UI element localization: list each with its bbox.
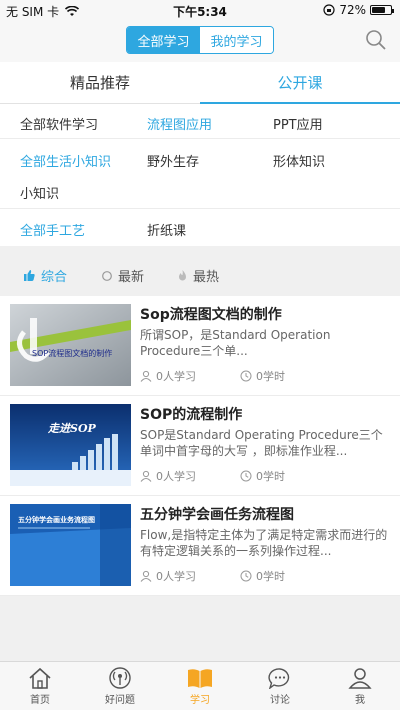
user-icon <box>348 667 372 689</box>
course-description: SOP是Standard Operating Procedure三个单词中首字母… <box>140 428 383 458</box>
sort-newest[interactable]: 最新 <box>102 266 144 285</box>
category-row: 全部生活小知识 野外生存 形体知识 小知识 <box>0 139 400 209</box>
category-body[interactable]: 形体知识 <box>273 151 325 170</box>
header: 全部学习 我的学习 <box>0 22 400 62</box>
course-hours-label: 0学时 <box>256 370 285 383</box>
tab-me[interactable]: 我 <box>320 662 400 710</box>
sort-comprehensive-label: 综合 <box>41 270 68 285</box>
sort-hottest-label: 最热 <box>193 270 220 285</box>
category-tips[interactable]: 小知识 <box>20 183 59 202</box>
tab-featured[interactable]: 精品推荐 <box>0 62 200 103</box>
search-icon[interactable] <box>364 28 388 52</box>
course-item[interactable]: SOP流程图文档的制作 Sop流程图文档的制作 所谓SOP，是Standard … <box>0 296 400 396</box>
tab-me-label: 我 <box>355 694 365 706</box>
course-item[interactable]: 走进SOP SOP的流程制作 SOP是Standard Operating Pr… <box>0 396 400 496</box>
course-thumbnail: SOP流程图文档的制作 <box>10 304 131 386</box>
tab-home-label: 首页 <box>30 694 50 706</box>
learner-count: 0人学习 <box>140 368 196 384</box>
course-hours-label: 0学时 <box>256 470 285 483</box>
course-title: SOP的流程制作 <box>140 407 243 423</box>
tab-good-questions-label: 好问题 <box>105 694 135 706</box>
clock-icon <box>240 370 252 382</box>
orientation-lock-icon <box>323 4 335 16</box>
sort-newest-label: 最新 <box>118 270 145 285</box>
category-row: 全部软件学习 流程图应用 PPT应用 <box>0 104 400 139</box>
category-all-software[interactable]: 全部软件学习 <box>20 114 98 133</box>
course-thumbnail: 五分钟学会画业务流程图 <box>10 504 131 586</box>
sort-hottest[interactable]: 最热 <box>178 266 219 285</box>
sort-comprehensive[interactable]: 综合 <box>24 266 67 285</box>
clock-icon <box>240 570 252 582</box>
bottom-tab-bar: 首页 好问题 学习 讨论 我 <box>0 661 400 710</box>
tab-learning-label: 学习 <box>190 694 210 706</box>
tab-learning[interactable]: 学习 <box>160 662 240 710</box>
battery-icon <box>370 5 394 15</box>
category-wilderness[interactable]: 野外生存 <box>147 151 199 170</box>
battery-percent: 72% <box>339 3 366 17</box>
person-icon <box>140 570 152 582</box>
course-thumbnail: 走进SOP <box>10 404 131 486</box>
segment-my-learning[interactable]: 我的学习 <box>200 27 273 53</box>
segment-all-learning[interactable]: 全部学习 <box>127 27 200 53</box>
course-item[interactable]: 五分钟学会画业务流程图 五分钟学会画任务流程图 Flow,是指特定主体为了满足特… <box>0 496 400 596</box>
person-icon <box>140 370 152 382</box>
course-hours: 0学时 <box>240 568 285 584</box>
clock-icon <box>240 470 252 482</box>
thumb-caption: 走进SOP <box>47 422 97 435</box>
course-list: SOP流程图文档的制作 Sop流程图文档的制作 所谓SOP，是Standard … <box>0 296 400 596</box>
thumb-caption: 五分钟学会画业务流程图 <box>18 515 95 524</box>
course-hours-label: 0学时 <box>256 570 285 583</box>
category-row: 全部手工艺 折纸课 <box>0 209 400 246</box>
clock-icon <box>102 270 112 281</box>
category-origami[interactable]: 折纸课 <box>147 220 186 239</box>
content-tabs: 精品推荐 公开课 <box>0 62 400 104</box>
learner-count-label: 0人学习 <box>156 470 196 483</box>
tab-discussion-label: 讨论 <box>270 694 290 706</box>
course-title: Sop流程图文档的制作 <box>140 307 282 323</box>
learner-count-label: 0人学习 <box>156 570 196 583</box>
chat-bubble-icon <box>268 667 290 689</box>
category-grid: 全部软件学习 流程图应用 PPT应用 全部生活小知识 野外生存 形体知识 小知识… <box>0 104 400 246</box>
thumbs-up-icon <box>24 270 35 281</box>
person-icon <box>140 470 152 482</box>
course-hours: 0学时 <box>240 368 285 384</box>
category-all-life-tips[interactable]: 全部生活小知识 <box>20 151 111 170</box>
category-all-crafts[interactable]: 全部手工艺 <box>20 220 85 239</box>
course-hours: 0学时 <box>240 468 285 484</box>
tab-home[interactable]: 首页 <box>0 662 80 710</box>
category-flowchart[interactable]: 流程图应用 <box>147 114 212 133</box>
learner-count: 0人学习 <box>140 568 196 584</box>
category-ppt[interactable]: PPT应用 <box>273 114 323 133</box>
tab-discussion[interactable]: 讨论 <box>240 662 320 710</box>
tab-good-questions[interactable]: 好问题 <box>80 662 160 710</box>
course-description: 所谓SOP，是Standard Operation Procedure三个单..… <box>140 328 331 358</box>
course-description: Flow,是指特定主体为了满足特定需求而进行的有特定逻辑关系的一系列操作过程..… <box>140 528 388 558</box>
status-bar: 无 SIM 卡 下午5:34 72% <box>0 0 400 22</box>
thumb-caption: SOP流程图文档的制作 <box>32 348 112 358</box>
course-title: 五分钟学会画任务流程图 <box>140 507 294 523</box>
learner-count-label: 0人学习 <box>156 370 196 383</box>
sort-bar: 综合 最新 最热 <box>0 256 400 292</box>
broadcast-icon <box>109 666 131 689</box>
battery-level <box>372 7 385 13</box>
book-icon <box>188 668 212 688</box>
learner-count: 0人学习 <box>140 468 196 484</box>
learning-segment-control: 全部学习 我的学习 <box>126 26 274 54</box>
flame-icon <box>179 270 186 281</box>
home-icon <box>29 667 51 689</box>
tab-open-courses[interactable]: 公开课 <box>200 62 400 104</box>
